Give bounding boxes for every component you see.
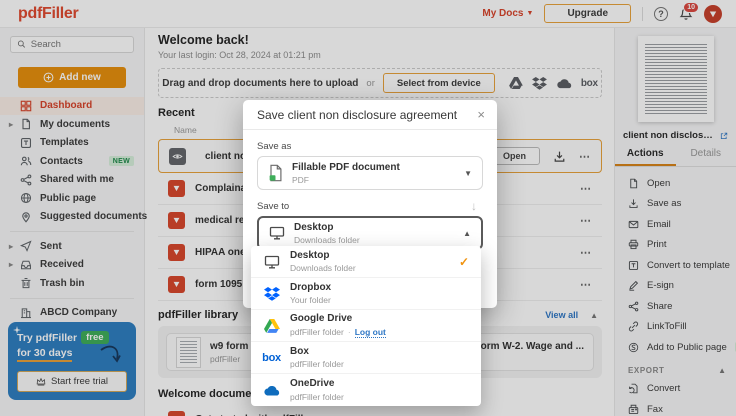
save-to-label: Save to	[257, 201, 289, 212]
desktop-icon	[264, 255, 280, 269]
onedrive-icon	[263, 385, 280, 396]
save-as-label: Save as	[257, 141, 483, 152]
dropbox-icon	[264, 287, 280, 301]
desktop-icon	[269, 226, 285, 240]
save-to-value: Desktop	[294, 222, 360, 234]
arrow-down-icon: ↓	[471, 200, 477, 212]
fillable-pdf-icon	[268, 164, 283, 182]
box-icon: box	[262, 352, 281, 364]
option-google-drive[interactable]: Google Drive pdfFiller folder·Log out	[251, 310, 481, 342]
option-desktop[interactable]: Desktop Downloads folder ✓	[251, 246, 481, 278]
google-drive-icon	[264, 319, 280, 333]
save-to-select[interactable]: Desktop Downloads folder ▲	[257, 216, 483, 250]
save-to-dropdown: Desktop Downloads folder ✓ Dropbox Your …	[251, 246, 481, 406]
log-out-link[interactable]: Log out	[355, 327, 386, 338]
modal-title: Save client non disclosure agreement	[257, 108, 457, 122]
save-as-select[interactable]: Fillable PDF document PDF ▼	[257, 156, 483, 190]
chevron-down-icon: ▼	[464, 169, 472, 178]
chevron-up-icon: ▲	[463, 229, 471, 238]
close-icon[interactable]: ×	[477, 107, 485, 122]
save-as-value: Fillable PDF document	[292, 162, 400, 174]
option-box[interactable]: box Box pdfFiller folder	[251, 342, 481, 374]
option-dropbox[interactable]: Dropbox Your folder	[251, 278, 481, 310]
pdffiller-app: pdfFiller My Docs ▼ Upgrade ? 10 Ad	[0, 0, 736, 416]
save-as-subvalue: PDF	[292, 175, 400, 185]
check-icon: ✓	[459, 255, 469, 269]
save-to-subvalue: Downloads folder	[294, 235, 360, 245]
option-onedrive[interactable]: OneDrive pdfFiller folder	[251, 374, 481, 406]
